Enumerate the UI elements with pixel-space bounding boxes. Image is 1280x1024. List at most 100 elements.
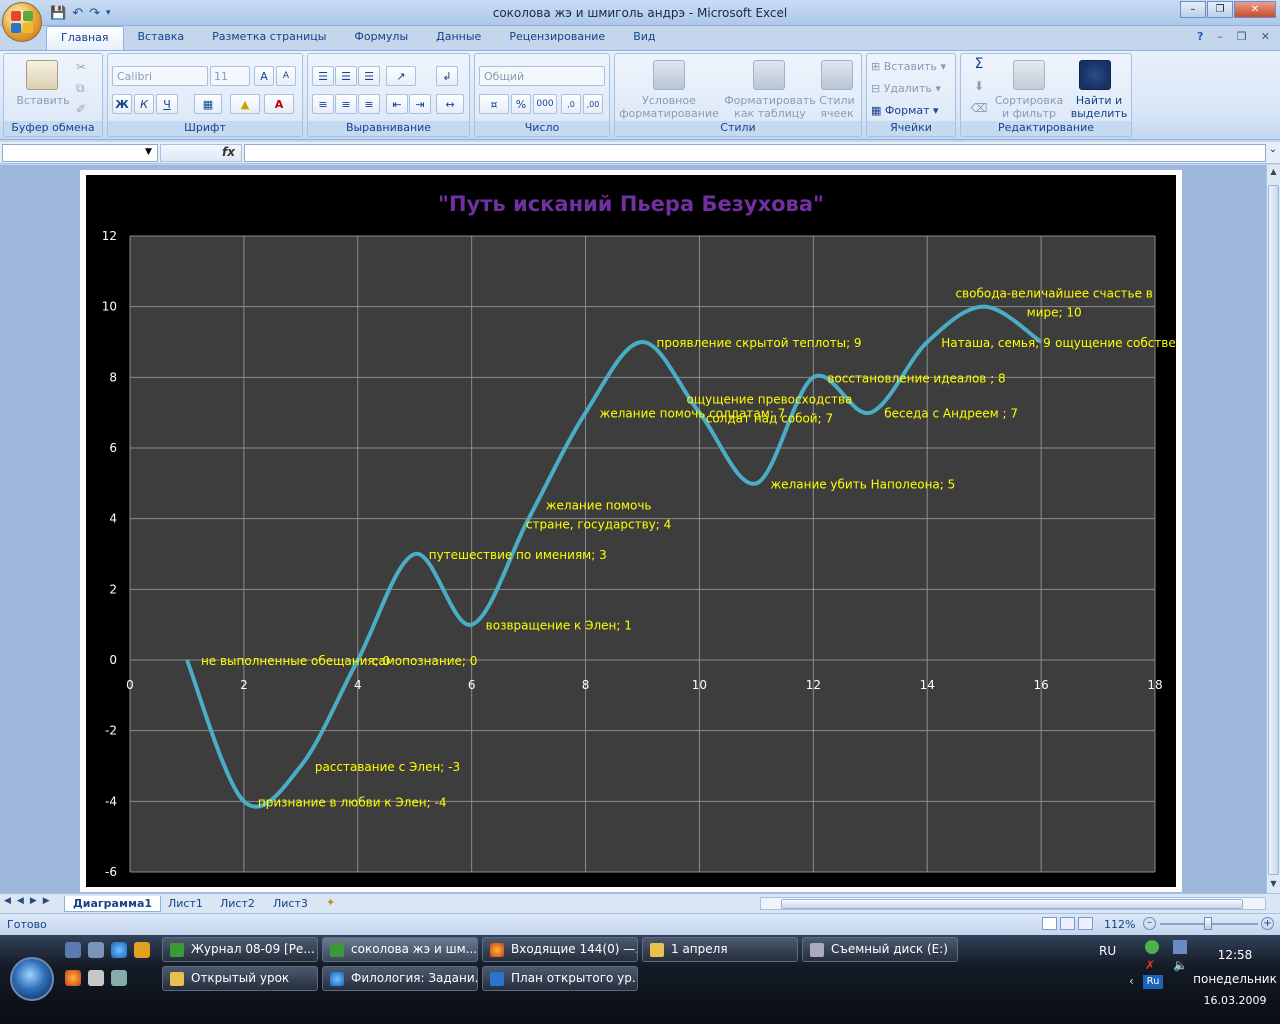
clear-icon[interactable]: ⌫ [967,102,991,115]
formula-input[interactable] [244,144,1266,162]
vertical-scrollbar[interactable]: ▲ ▼ [1266,165,1280,895]
align-bottom-icon[interactable]: ☰ [358,66,380,86]
language-indicator[interactable]: RU [1099,944,1116,958]
cut-icon[interactable]: ✂ [76,60,86,74]
start-button[interactable] [10,957,54,1001]
lang-ru-badge[interactable]: Ru [1143,975,1163,989]
font-color-icon[interactable]: A [264,94,294,114]
font-name-select[interactable]: Calibri [112,66,208,86]
italic-button[interactable]: К [134,94,154,114]
minimize-button[interactable]: – [1180,1,1206,18]
switch-windows-icon[interactable] [88,942,104,958]
ie-icon[interactable] [111,942,127,958]
zoom-slider-thumb[interactable] [1204,917,1212,930]
sheet-tab-list2[interactable]: Лист2 [212,896,263,912]
wrap-text-icon[interactable]: ↲ [436,66,458,86]
insert-cells-button[interactable]: ⊞ Вставить ▾ [871,60,955,73]
horizontal-scrollbar[interactable] [760,897,1266,910]
zoom-level[interactable]: 112% [1104,918,1135,931]
font-size-select[interactable]: 11 [210,66,250,86]
currency-icon[interactable]: ¤ [479,94,509,114]
sheet-nav-icons[interactable]: ◀◀▶▶ [4,896,56,906]
taskbar-april[interactable]: 1 апреля [642,937,798,962]
bold-button[interactable]: Ж [112,94,132,114]
expand-formula-icon[interactable]: ⌄ [1266,144,1280,162]
taskbar-excel-active[interactable]: соколова жэ и шм... [322,937,478,962]
shrink-font-icon[interactable]: A [276,66,296,86]
orientation-icon[interactable]: ↗ [386,66,416,86]
format-cells-button[interactable]: ▦ Формат ▾ [871,104,955,117]
increase-decimal-icon[interactable]: ,0 [561,94,581,114]
fill-color-icon[interactable]: ▲ [230,94,260,114]
clock-time[interactable]: 12:58 [1195,948,1275,962]
align-center-icon[interactable]: ≡ [335,94,357,114]
chart-area[interactable]: 0 2 4 6 8 10 12 14 16 18 12 10 8 6 4 2 0 -2 -4 -6 не выпол… [86,175,1258,887]
name-box[interactable] [2,144,158,162]
grow-font-icon[interactable]: A [254,66,274,86]
normal-view-icon[interactable] [1042,917,1057,930]
underline-button[interactable]: Ч [156,94,178,114]
zoom-in-icon[interactable]: + [1261,917,1274,930]
scroll-thumb[interactable] [1268,185,1279,875]
ribbon-restore-icon[interactable]: ❐ [1237,30,1247,43]
taskbar-philology[interactable]: Филология: Задани... [322,966,478,991]
comma-style-icon[interactable]: 000 [533,94,557,114]
help-icon[interactable]: ? [1197,30,1203,43]
cell-styles-button[interactable]: Стили ячеек [815,94,859,120]
ribbon-close-icon[interactable]: ✕ [1261,30,1270,43]
media-player-icon[interactable] [134,942,150,958]
merge-cells-icon[interactable]: ↔ [436,94,464,114]
volume-icon[interactable]: 🔈 [1173,958,1188,972]
find-select-button[interactable]: Найти и выделить [1067,94,1131,120]
hscroll-thumb[interactable] [781,899,1243,909]
align-middle-icon[interactable]: ☰ [335,66,357,86]
delete-cells-button[interactable]: ⊟ Удалить ▾ [871,82,955,95]
name-box-dropdown-icon[interactable]: ▼ [145,147,152,157]
tab-data[interactable]: Данные [422,26,495,50]
sheet-tab-list1[interactable]: Лист1 [160,896,211,912]
ribbon-minimize-icon[interactable]: – [1217,30,1223,43]
tab-page-layout[interactable]: Разметка страницы [198,26,340,50]
taskbar-inbox[interactable]: Входящие 144(0) —... [482,937,638,962]
tray-alert-icon[interactable]: ✗ [1145,958,1159,972]
folder-quicklaunch-icon[interactable] [88,970,104,986]
number-format-select[interactable]: Общий [479,66,605,86]
fill-icon[interactable]: ⬇ [967,80,991,93]
conditional-format-button[interactable]: Условное форматирование [617,94,721,120]
tray-expand-icon[interactable]: ‹ [1129,974,1134,988]
autosum-icon[interactable]: Σ [967,57,991,71]
align-left-icon[interactable]: ≡ [312,94,334,114]
chart-svg[interactable]: 0 2 4 6 8 10 12 14 16 18 12 10 8 6 4 2 0 -2 -4 -6 не выпол… [86,175,1258,887]
percent-icon[interactable]: % [511,94,531,114]
paste-button[interactable]: Вставить [8,94,78,107]
align-right-icon[interactable]: ≡ [358,94,380,114]
align-top-icon[interactable]: ☰ [312,66,334,86]
format-painter-icon[interactable]: ✐ [76,102,86,116]
tab-formulas[interactable]: Формулы [340,26,422,50]
tab-home[interactable]: Главная [46,26,124,50]
taskbar-journal[interactable]: Журнал 08-09 [Ре... [162,937,318,962]
taskbar-lesson-plan[interactable]: План открытого ур... [482,966,638,991]
show-desktop-icon[interactable] [65,942,81,958]
tray-green-icon[interactable] [1145,940,1159,954]
tab-review[interactable]: Рецензирование [495,26,619,50]
taskbar-open-lesson[interactable]: Открытый урок [162,966,318,991]
maximize-button[interactable]: ❐ [1207,1,1233,18]
firefox-icon[interactable] [65,970,81,986]
taskbar-removable-disk[interactable]: Съемный диск (E:) [802,937,958,962]
zoom-out-icon[interactable]: – [1143,917,1156,930]
decrease-indent-icon[interactable]: ⇤ [386,94,408,114]
sheet-tab-list3[interactable]: Лист3 [265,896,316,912]
scroll-down-icon[interactable]: ▼ [1268,879,1279,891]
sheet-tab-diagram1[interactable]: Диаграмма1 [64,896,162,912]
sort-filter-button[interactable]: Сортировка и фильтр [993,94,1065,120]
office-button[interactable] [2,2,42,42]
insert-function-button[interactable]: fx [160,144,242,162]
page-layout-view-icon[interactable] [1060,917,1075,930]
quicklaunch-extra-icon[interactable] [111,970,127,986]
tab-view[interactable]: Вид [619,26,669,50]
scroll-up-icon[interactable]: ▲ [1268,167,1279,179]
network-icon[interactable] [1173,940,1187,954]
page-break-view-icon[interactable] [1078,917,1093,930]
decrease-decimal-icon[interactable]: ,00 [583,94,603,114]
